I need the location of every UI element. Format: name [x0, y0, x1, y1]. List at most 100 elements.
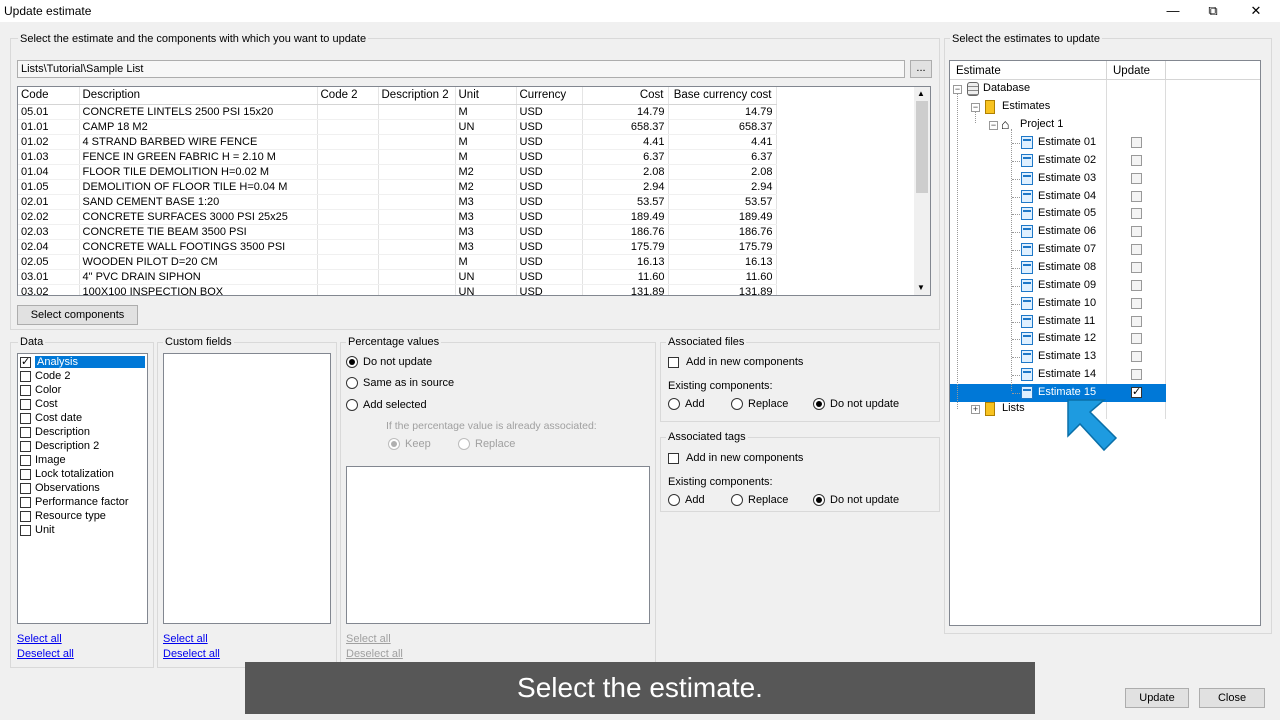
table-row[interactable]: 03.02 100X100 INSPECTION BOX UN USD 131.89 13… — [18, 284, 777, 295]
checkbox-icon[interactable] — [20, 510, 31, 522]
data-item[interactable]: Performance factor — [20, 495, 145, 509]
data-item[interactable]: Unit — [20, 523, 145, 537]
tree-node-estimate[interactable]: Estimate 05 — [950, 205, 1166, 223]
tree-node-estimate[interactable]: Estimate 03 — [950, 170, 1166, 188]
tags-replace-option[interactable]: Replace — [731, 494, 788, 506]
radio-icon[interactable] — [668, 494, 680, 506]
update-checkbox[interactable] — [1131, 190, 1142, 202]
source-path-input[interactable]: Lists\Tutorial\Sample List — [17, 60, 905, 78]
update-checkbox[interactable] — [1131, 385, 1142, 398]
table-row[interactable]: 05.01 CONCRETE LINTELS 2500 PSI 15x20 M USD… — [18, 104, 777, 120]
table-row[interactable]: 01.02 4 STRAND BARBED WIRE FENCE M USD 4.41 4… — [18, 134, 777, 150]
data-item[interactable]: Color — [20, 383, 145, 397]
data-item[interactable]: Description — [20, 425, 145, 439]
grid-header-cell[interactable]: Description — [79, 87, 318, 105]
table-row[interactable]: 01.01 CAMP 18 M2 UN USD 658.37 658.37 — [18, 119, 777, 135]
update-checkbox[interactable] — [1131, 333, 1142, 345]
update-checkbox[interactable] — [1131, 297, 1142, 309]
grid-header-cell[interactable]: Cost — [582, 87, 669, 105]
tree-node-project[interactable]: − ⌂ Project 1 — [950, 116, 1166, 134]
close-button[interactable]: Close — [1199, 688, 1265, 708]
grid-header-cell[interactable]: Description 2 — [378, 87, 456, 105]
table-row[interactable]: 02.05 WOODEN PILOT D=20 CM M USD 16.13 16.13 — [18, 254, 777, 270]
estimates-tree[interactable]: Estimate Update − Database − Estimates −… — [949, 60, 1261, 626]
update-checkbox[interactable] — [1131, 154, 1142, 166]
tree-node-estimate[interactable]: Estimate 02 — [950, 152, 1166, 170]
checkbox-icon[interactable] — [20, 355, 31, 368]
tree-node-estimate[interactable]: Estimate 01 — [950, 134, 1166, 152]
tree-col-update[interactable]: Update — [1107, 61, 1166, 80]
pct-do-not-update-option[interactable]: Do not update — [346, 356, 432, 368]
update-checkbox[interactable] — [1131, 244, 1142, 256]
data-checklist[interactable]: Analysis Code 2 Color Cost Cost date Descript… — [17, 353, 148, 624]
pct-add-selected-option[interactable]: Add selected — [346, 399, 427, 411]
radio-disabled-icon[interactable] — [458, 438, 470, 450]
custom-deselect-all-link[interactable]: Deselect all — [163, 648, 220, 660]
grid-header-cell[interactable]: Currency — [516, 87, 583, 105]
custom-fields-list[interactable] — [163, 353, 331, 624]
tree-node-estimate[interactable]: Estimate 06 — [950, 223, 1166, 241]
checkbox-icon[interactable] — [20, 370, 31, 382]
tags-add-new-checkbox[interactable]: Add in new components — [668, 452, 803, 464]
pct-same-as-source-option[interactable]: Same as in source — [346, 377, 454, 389]
data-item[interactable]: Image — [20, 453, 145, 467]
tree-node-estimate[interactable]: Estimate 07 — [950, 241, 1166, 259]
data-item[interactable]: Cost date — [20, 411, 145, 425]
tree-node-estimate[interactable]: Estimate 04 — [950, 188, 1166, 206]
files-add-option[interactable]: Add — [668, 398, 705, 410]
tree-node-estimate[interactable]: Estimate 10 — [950, 295, 1166, 313]
files-replace-option[interactable]: Replace — [731, 398, 788, 410]
radio-icon[interactable] — [731, 494, 743, 506]
scroll-up-icon[interactable]: ▲ — [917, 89, 925, 98]
files-do-not-update-option[interactable]: Do not update — [813, 398, 899, 410]
data-deselect-all-link[interactable]: Deselect all — [17, 648, 74, 660]
expand-icon[interactable]: + — [971, 405, 980, 414]
tags-add-option[interactable]: Add — [668, 494, 705, 506]
minimize-button[interactable]: — — [1153, 0, 1193, 22]
pct-select-all-link[interactable]: Select all — [346, 633, 391, 645]
pct-deselect-all-link[interactable]: Deselect all — [346, 648, 403, 660]
checkbox-icon[interactable] — [668, 356, 679, 368]
checkbox-icon[interactable] — [20, 398, 31, 410]
table-row[interactable]: 01.03 FENCE IN GREEN FABRIC H = 2.10 M M US… — [18, 149, 777, 165]
browse-button[interactable]: ... — [910, 60, 932, 78]
radio-icon[interactable] — [731, 398, 743, 410]
tree-node-estimate[interactable]: Estimate 13 — [950, 348, 1166, 366]
radio-selected-icon[interactable] — [813, 398, 825, 410]
update-checkbox[interactable] — [1131, 261, 1142, 273]
data-item[interactable]: Analysis — [20, 355, 145, 369]
data-select-all-link[interactable]: Select all — [17, 633, 62, 645]
tree-node-lists[interactable]: + Lists — [950, 400, 1166, 418]
update-checkbox[interactable] — [1131, 315, 1142, 327]
update-checkbox[interactable] — [1131, 351, 1142, 363]
restore-button[interactable]: ⧉ — [1193, 0, 1233, 22]
radio-icon[interactable] — [668, 398, 680, 410]
checkbox-icon[interactable] — [20, 412, 31, 424]
checkbox-icon[interactable] — [20, 524, 31, 536]
pct-replace-option[interactable]: Replace — [458, 438, 515, 450]
data-item[interactable]: Observations — [20, 481, 145, 495]
table-row[interactable]: 02.03 CONCRETE TIE BEAM 3500 PSI M3 USD 186.… — [18, 224, 777, 240]
data-item[interactable]: Lock totalization — [20, 467, 145, 481]
close-window-button[interactable]: ✕ — [1236, 0, 1276, 22]
checkbox-icon[interactable] — [20, 440, 31, 452]
select-components-button[interactable]: Select components — [17, 305, 138, 325]
radio-icon[interactable] — [346, 377, 358, 389]
update-checkbox[interactable] — [1131, 137, 1142, 148]
grid-header-cell[interactable]: Code — [18, 87, 80, 105]
checkbox-icon[interactable] — [668, 452, 679, 464]
checkbox-icon[interactable] — [20, 384, 31, 396]
data-item[interactable]: Cost — [20, 397, 145, 411]
update-checkbox[interactable] — [1131, 279, 1142, 291]
table-row[interactable]: 03.01 4" PVC DRAIN SIPHON UN USD 11.60 11.60 — [18, 269, 777, 285]
tree-node-estimates[interactable]: − Estimates — [950, 98, 1166, 116]
collapse-icon[interactable]: − — [989, 121, 998, 130]
tree-col-estimate[interactable]: Estimate — [950, 61, 1107, 80]
tree-node-estimate[interactable]: Estimate 14 — [950, 366, 1166, 384]
percentage-list[interactable] — [346, 466, 650, 624]
update-button[interactable]: Update — [1125, 688, 1189, 708]
checkbox-icon[interactable] — [20, 482, 31, 494]
tree-node-database[interactable]: − Database — [950, 80, 1166, 98]
table-row[interactable]: 02.04 CONCRETE WALL FOOTINGS 3500 PSI M3 US… — [18, 239, 777, 255]
tree-node-estimate[interactable]: Estimate 12 — [950, 330, 1166, 348]
